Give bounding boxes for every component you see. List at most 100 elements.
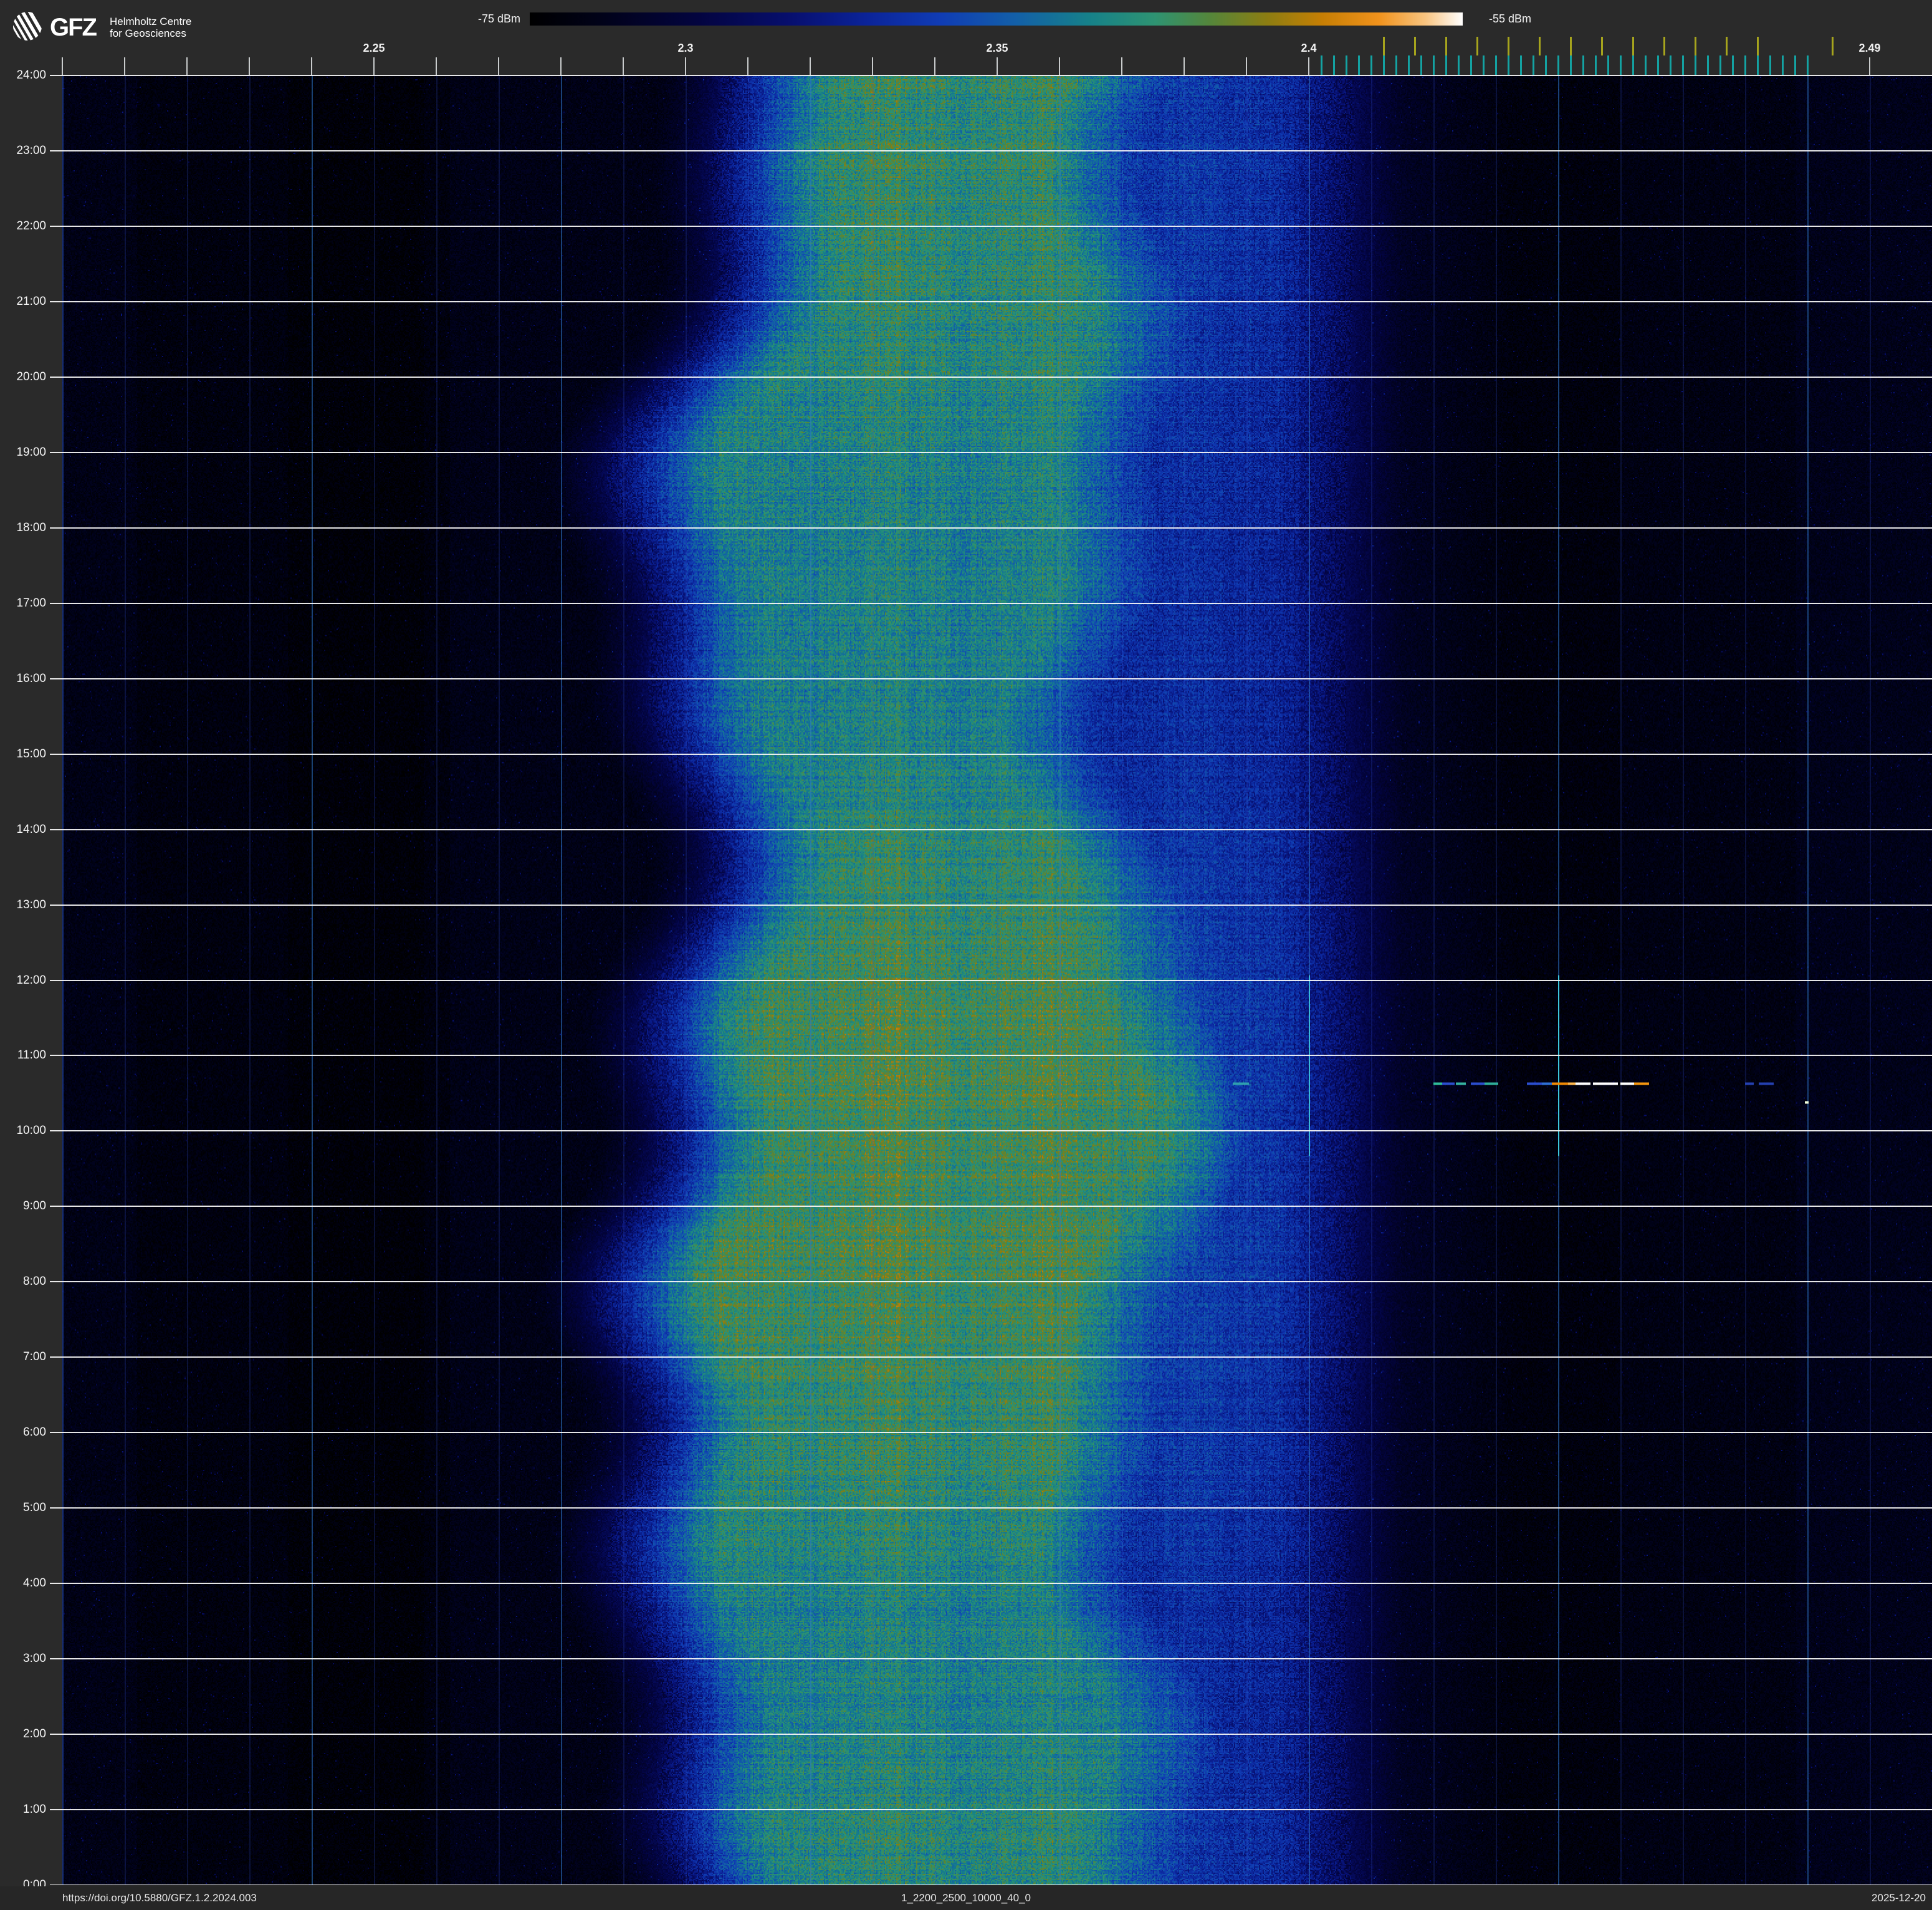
- hour-label: 23:00: [16, 143, 46, 157]
- wifi-channel-tick: [1414, 37, 1416, 55]
- ble-channel-tick: [1346, 55, 1347, 75]
- ble-channel-tick: [1807, 55, 1809, 75]
- freq-minor-tick: [1308, 57, 1309, 75]
- ble-channel-tick: [1333, 55, 1335, 75]
- wifi-channel-tick: [1601, 37, 1603, 55]
- ble-channel-tick: [1769, 55, 1771, 75]
- freq-minor-tick: [934, 57, 935, 75]
- hour-label: 7:00: [23, 1350, 46, 1364]
- freq-tick-label: 2.3: [677, 42, 694, 54]
- freq-minor-tick: [186, 57, 188, 75]
- freq-tick-label: 2.35: [986, 42, 1008, 54]
- freq-minor-tick: [747, 57, 748, 75]
- hour-label: 20:00: [16, 370, 46, 383]
- ble-channel-tick: [1445, 55, 1447, 75]
- hour-label: 24:00: [16, 69, 46, 82]
- wifi-channel-tick: [1832, 37, 1834, 55]
- freq-minor-tick: [249, 57, 250, 75]
- hour-gridline: [50, 225, 1932, 227]
- hour-label: 11:00: [17, 1049, 46, 1062]
- freq-minor-tick: [373, 57, 375, 75]
- hour-gridline: [50, 1055, 1932, 1057]
- ble-channel-tick: [1632, 55, 1634, 75]
- hour-gridline: [50, 1432, 1932, 1434]
- ble-channel-tick: [1321, 55, 1322, 75]
- hour-gridline: [50, 753, 1932, 755]
- freq-minor-tick: [436, 57, 437, 75]
- hour-label: 15:00: [16, 747, 46, 761]
- hour-gridline: [50, 1583, 1932, 1585]
- ble-channel-tick: [1707, 55, 1709, 75]
- freq-minor-tick: [124, 57, 125, 75]
- hour-label: 21:00: [16, 294, 46, 308]
- freq-minor-tick: [560, 57, 562, 75]
- freq-minor-tick: [1869, 57, 1870, 75]
- colorbar-max-label: -55 dBm: [1489, 12, 1532, 25]
- org-name: Helmholtz Centre for Geosciences: [110, 16, 191, 39]
- ble-channel-tick: [1607, 55, 1609, 75]
- freq-minor-tick: [1246, 57, 1247, 75]
- freq-minor-tick: [1059, 57, 1060, 75]
- hour-label: 9:00: [23, 1199, 46, 1213]
- spectrogram-page: GFZ Helmholtz Centre for Geosciences -75…: [0, 0, 1932, 1910]
- ble-channel-tick: [1557, 55, 1559, 75]
- hour-label: 13:00: [16, 898, 46, 911]
- ble-channel-tick: [1508, 55, 1509, 75]
- ble-channel-tick: [1645, 55, 1647, 75]
- gfz-logo-icon: [13, 12, 42, 41]
- freq-minor-tick: [62, 57, 63, 75]
- wifi-channel-tick: [1570, 37, 1572, 55]
- ble-channel-tick: [1470, 55, 1472, 75]
- hour-gridline: [50, 451, 1932, 453]
- hour-label: 5:00: [23, 1501, 46, 1515]
- hour-gridline: [50, 1356, 1932, 1358]
- hour-gridline: [50, 602, 1932, 604]
- hour-gridline: [50, 1884, 1932, 1885]
- hour-label: 14:00: [16, 822, 46, 836]
- hour-gridline: [50, 300, 1932, 302]
- freq-minor-tick: [810, 57, 811, 75]
- hour-label: 18:00: [16, 521, 46, 534]
- colorbar-min-label: -75 dBm: [477, 12, 520, 25]
- hour-gridline: [50, 828, 1932, 830]
- ble-channel-tick: [1545, 55, 1547, 75]
- hour-label: 3:00: [23, 1652, 46, 1666]
- wifi-channel-tick: [1663, 37, 1665, 55]
- ble-channel-tick: [1383, 55, 1385, 75]
- wifi-channel-tick: [1508, 37, 1509, 55]
- date-label: 2025-12-20: [1872, 1892, 1926, 1904]
- hour-label: 1:00: [23, 1803, 46, 1816]
- hour-label: 4:00: [23, 1576, 46, 1590]
- dataset-filename: 1_2200_2500_10000_40_0: [901, 1892, 1031, 1904]
- logo-acronym: GFZ: [50, 14, 97, 41]
- freq-minor-tick: [311, 57, 312, 75]
- footer-bar: https://doi.org/10.5880/GFZ.1.2.2024.003…: [0, 1886, 1932, 1910]
- ble-channel-tick: [1520, 55, 1522, 75]
- hour-gridline: [50, 150, 1932, 151]
- org-line1: Helmholtz Centre: [110, 16, 192, 27]
- ble-channel-tick: [1595, 55, 1597, 75]
- ble-channel-tick: [1757, 55, 1759, 75]
- ble-channel-tick: [1483, 55, 1485, 75]
- wifi-channel-tick: [1726, 37, 1728, 55]
- ble-channel-tick: [1395, 55, 1397, 75]
- ble-channel-tick: [1358, 55, 1360, 75]
- ble-channel-tick: [1570, 55, 1572, 75]
- hour-gridline: [50, 75, 1932, 76]
- hour-gridline: [50, 678, 1932, 679]
- hour-gridline: [50, 904, 1932, 906]
- ble-channel-tick: [1732, 55, 1734, 75]
- colorbar: [530, 12, 1463, 26]
- wifi-channel-tick: [1383, 37, 1385, 55]
- ble-channel-tick: [1657, 55, 1659, 75]
- hour-label: 19:00: [16, 445, 46, 459]
- wifi-channel-tick: [1695, 37, 1696, 55]
- hour-label: 10:00: [16, 1124, 46, 1138]
- ble-channel-tick: [1794, 55, 1796, 75]
- ble-channel-tick: [1533, 55, 1534, 75]
- wifi-channel-tick: [1445, 37, 1447, 55]
- ble-channel-tick: [1695, 55, 1696, 75]
- ble-channel-tick: [1782, 55, 1784, 75]
- ble-channel-tick: [1719, 55, 1721, 75]
- hour-label: 8:00: [23, 1275, 46, 1289]
